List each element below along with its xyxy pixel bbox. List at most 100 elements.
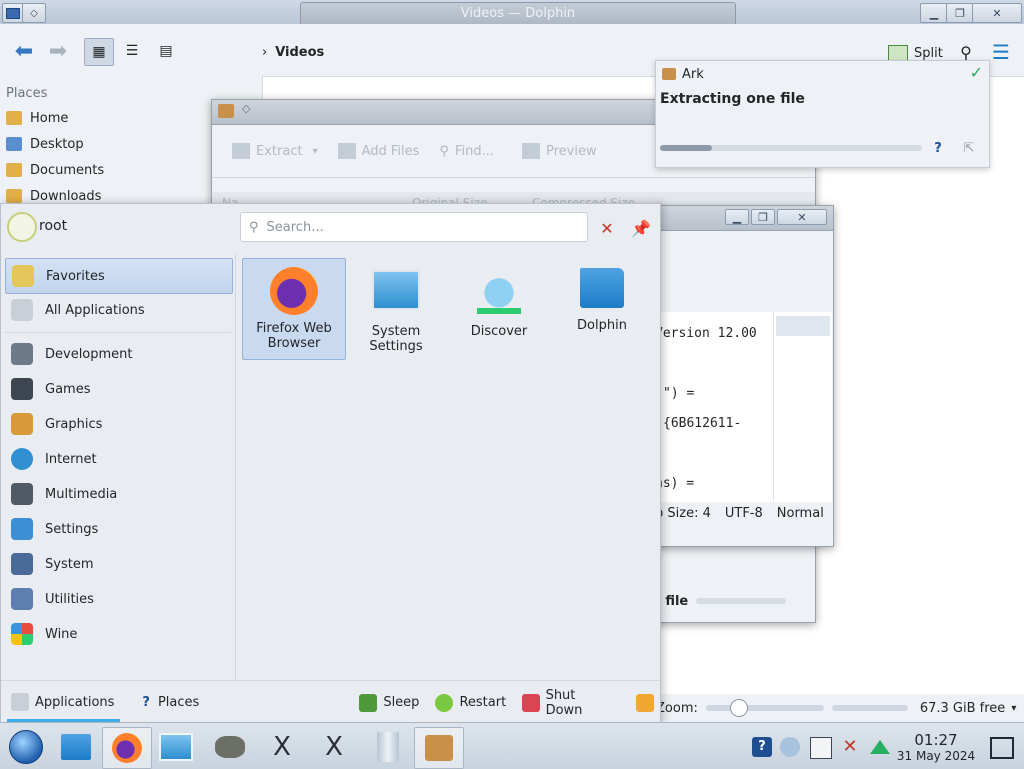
compact-view-button[interactable]: ☰ <box>118 38 146 64</box>
notes-tray-icon[interactable] <box>810 737 832 759</box>
window-titlebar[interactable]: ◇ Videos — Dolphin ▁ ❐ ✕ <box>0 0 1024 26</box>
back-button[interactable]: ⬅ <box>10 38 38 64</box>
pin-button[interactable]: ⇱ <box>958 137 980 159</box>
add-files-button[interactable]: Add Files <box>337 143 419 159</box>
editor-maximize-button[interactable]: ❐ <box>751 209 775 225</box>
app-dolphin[interactable]: Dolphin <box>551 258 653 358</box>
close-icon: ✕ <box>992 6 1002 20</box>
category-settings[interactable]: Settings <box>5 512 231 546</box>
category-multimedia[interactable]: Multimedia <box>5 477 231 511</box>
breadcrumb-item[interactable]: Videos <box>275 45 324 60</box>
free-space-text[interactable]: 67.3 GiB free <box>920 701 1005 716</box>
breadcrumb[interactable]: › Videos <box>262 42 324 62</box>
sleep-button[interactable]: Sleep <box>359 693 419 712</box>
shutdown-button[interactable]: Shut Down <box>522 688 614 718</box>
mode-indicator[interactable]: Normal <box>777 506 824 521</box>
app-firefox[interactable]: Firefox Web Browser <box>242 258 346 360</box>
icons-view-icon: ▦ <box>92 44 106 60</box>
close-button[interactable]: ✕ <box>972 3 1022 23</box>
tools-icon: ✕ <box>600 218 614 238</box>
chevron-down-icon: ▾ <box>312 145 318 157</box>
split-label: Split <box>914 45 943 61</box>
editor-minimap[interactable] <box>773 312 832 502</box>
maximize-button[interactable]: ❐ <box>946 3 974 23</box>
ark-app-icon <box>218 104 234 118</box>
forward-button[interactable]: ➡ <box>44 38 72 64</box>
category-utilities[interactable]: Utilities <box>5 582 231 616</box>
lock-button[interactable] <box>636 693 660 712</box>
search-icon: ⚲ <box>960 42 972 62</box>
chevron-down-icon[interactable]: ✓ <box>970 63 983 82</box>
start-menu-button[interactable] <box>2 727 50 767</box>
documents-folder-icon <box>6 163 22 177</box>
ark-app-icon <box>662 68 676 80</box>
avatar[interactable] <box>7 212 37 242</box>
task-dolphin[interactable] <box>52 727 100 767</box>
search-input[interactable]: ⚲ Search... <box>240 212 588 242</box>
zoom-slider[interactable] <box>705 699 824 717</box>
pin-icon: 📌 <box>631 218 651 238</box>
pin-launcher-button[interactable]: 📌 <box>629 216 653 240</box>
extract-icon <box>232 143 250 159</box>
editor-titlebar[interactable]: ▁ ❐ ✕ <box>655 206 833 231</box>
editor-minimize-button[interactable]: ▁ <box>725 209 749 225</box>
category-games[interactable]: Games <box>5 372 231 406</box>
editor-text-area[interactable]: Version 12.00 ") = {6B612611- ns) = <box>655 312 773 502</box>
category-label: Games <box>45 381 91 397</box>
internet-icon <box>11 448 33 470</box>
task-trash[interactable] <box>364 727 412 767</box>
tab-places[interactable]: ? Places <box>142 695 199 710</box>
clipboard-tray-icon[interactable] <box>780 737 800 757</box>
app-discover[interactable]: Discover <box>448 258 550 358</box>
clock[interactable]: 01:27 31 May 2024 <box>896 731 976 763</box>
launcher-header: root ⚲ Search... ✕ 📌 <box>1 204 660 250</box>
x-app-icon: 𝖷 <box>273 732 291 762</box>
task-firefox[interactable] <box>102 727 152 769</box>
category-list: Favorites All Applications Development G… <box>1 254 236 680</box>
window-menu-button[interactable] <box>2 3 24 23</box>
network-disconnected-icon[interactable]: ✕ <box>840 737 860 757</box>
notification-progress-bar <box>660 145 922 151</box>
category-all-applications[interactable]: All Applications <box>5 293 231 327</box>
status-bar: Zoom: 67.3 GiB free ▾ <box>654 694 1024 722</box>
category-development[interactable]: Development <box>5 337 231 371</box>
category-favorites[interactable]: Favorites <box>5 258 233 294</box>
question-mark-icon: ? <box>142 695 150 710</box>
chevron-right-icon: › <box>262 44 268 60</box>
tab-size-indicator[interactable]: b Size: 4 <box>655 506 711 521</box>
category-label: Settings <box>45 521 99 537</box>
category-system[interactable]: System <box>5 547 231 581</box>
category-wine[interactable]: Wine <box>5 617 231 651</box>
show-desktop-icon[interactable] <box>990 737 1014 759</box>
configure-button[interactable]: ✕ <box>595 216 619 240</box>
category-graphics[interactable]: Graphics <box>5 407 231 441</box>
extract-button[interactable]: Extract ▾ <box>232 143 318 159</box>
help-button[interactable]: ? <box>928 137 948 159</box>
zoom-slider-handle[interactable] <box>729 699 748 717</box>
key-icon <box>636 693 654 712</box>
place-label: Documents <box>30 162 105 178</box>
editor-close-button[interactable]: ✕ <box>777 209 827 225</box>
app-system-settings[interactable]: System Settings <box>345 258 447 358</box>
keep-above-button[interactable]: ◇ <box>22 3 46 23</box>
details-view-button[interactable]: ▤ <box>152 38 180 64</box>
task-system-settings[interactable] <box>152 727 200 767</box>
preview-button[interactable]: Preview <box>522 143 597 159</box>
find-button[interactable]: ⚲ Find... <box>439 144 494 159</box>
minimize-button[interactable]: ▁ <box>920 3 948 23</box>
category-internet[interactable]: Internet <box>5 442 231 476</box>
task-gimp[interactable] <box>206 727 254 767</box>
help-tray-icon[interactable]: ? <box>752 737 772 757</box>
task-x-window-1[interactable]: 𝖷 <box>258 727 306 767</box>
restart-button[interactable]: Restart <box>435 693 506 712</box>
application-launcher: root ⚲ Search... ✕ 📌 Favorites All Appli… <box>0 203 661 724</box>
expand-tray-icon[interactable] <box>870 740 890 754</box>
user-name: root <box>39 218 68 234</box>
hamburger-menu-button[interactable]: ☰ <box>988 40 1014 64</box>
minimap-viewport[interactable] <box>776 316 830 336</box>
icons-view-button[interactable]: ▦ <box>84 38 114 66</box>
encoding-indicator[interactable]: UTF-8 <box>725 506 763 521</box>
task-ark[interactable] <box>414 727 464 769</box>
tab-applications[interactable]: Applications <box>7 683 121 722</box>
task-x-window-2[interactable]: 𝖷 <box>310 727 358 767</box>
